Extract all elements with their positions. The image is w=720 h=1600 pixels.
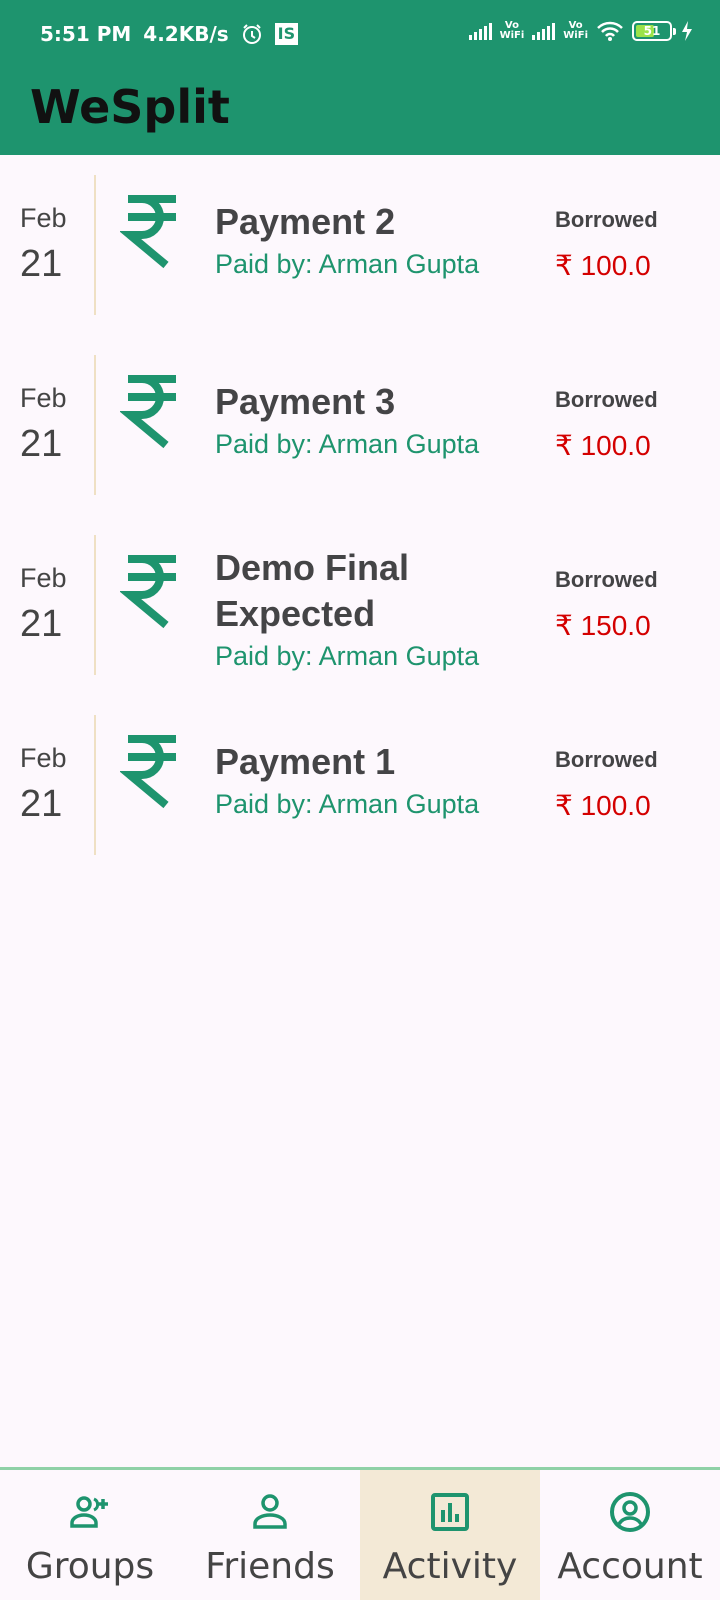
activity-title: Payment 3 xyxy=(215,381,396,422)
activity-status: Borrowed xyxy=(555,747,658,772)
activity-title: Demo Final Expected xyxy=(215,547,410,634)
bar-chart-icon xyxy=(431,1493,469,1531)
activity-status: Borrowed xyxy=(555,207,658,232)
divider xyxy=(94,535,96,675)
status-bar: 5:51 PM 4.2KB/s IS Vo WiFi Vo WiFi 51 xyxy=(0,0,720,70)
activity-row[interactable]: Feb 21 Demo Final Expected Paid by: Arma… xyxy=(0,515,720,695)
activity-status: Borrowed xyxy=(555,387,658,412)
network-speed: 4.2KB/s xyxy=(143,22,229,46)
nav-label: Groups xyxy=(25,1546,155,1587)
date-day: 21 xyxy=(20,243,63,285)
rupee-icon xyxy=(120,735,176,809)
vowifi-icon: Vo WiFi xyxy=(563,20,588,41)
nav-friends[interactable]: Friends xyxy=(180,1470,360,1600)
activity-status: Borrowed xyxy=(555,567,658,592)
nav-activity[interactable]: Activity xyxy=(360,1470,540,1600)
app-bar: 5:51 PM 4.2KB/s IS Vo WiFi Vo WiFi 51 WeSp… xyxy=(0,0,720,155)
person-icon xyxy=(253,1494,287,1529)
wifi-icon xyxy=(597,21,623,41)
group-add-icon xyxy=(70,1496,108,1528)
divider xyxy=(94,355,96,495)
activity-amount: ₹ 100.0 xyxy=(555,790,651,821)
date-month: Feb xyxy=(20,203,67,233)
activity-amount: ₹ 100.0 xyxy=(555,430,651,461)
alarm-icon xyxy=(242,24,261,44)
nav-label: Account xyxy=(557,1546,703,1587)
activity-row[interactable]: Feb 21 Payment 3 Paid by: Arman Gupta Bo… xyxy=(0,335,720,515)
signal-icon xyxy=(532,22,556,40)
activity-amount: ₹ 100.0 xyxy=(555,250,651,281)
activity-title: Payment 2 xyxy=(215,201,396,242)
nav-label: Friends xyxy=(205,1546,335,1587)
nav-account[interactable]: Account xyxy=(540,1470,720,1600)
paid-by: Paid by: Arman Gupta xyxy=(215,641,480,671)
bottom-navigation: Groups Friends Activity Account xyxy=(0,1467,720,1600)
activity-row[interactable]: Feb 21 Payment 2 Paid by: Arman Gupta Bo… xyxy=(0,155,720,335)
activity-amount: ₹ 150.0 xyxy=(555,610,651,641)
nav-groups[interactable]: Groups xyxy=(0,1470,180,1600)
rupee-icon xyxy=(120,195,176,269)
date-day: 21 xyxy=(20,603,63,645)
rupee-icon xyxy=(120,375,176,449)
vowifi-icon: Vo WiFi xyxy=(499,20,525,41)
activity-row[interactable]: Feb 21 Payment 1 Paid by: Arman Gupta Bo… xyxy=(0,695,720,875)
date-month: Feb xyxy=(20,563,67,593)
app-title: WeSplit xyxy=(30,80,230,134)
battery-icon: 51 xyxy=(632,21,676,41)
account-circle-icon xyxy=(610,1492,650,1532)
date-month: Feb xyxy=(20,743,67,773)
nav-label: Activity xyxy=(382,1546,518,1587)
activity-title: Payment 1 xyxy=(215,741,396,782)
paid-by: Paid by: Arman Gupta xyxy=(215,429,480,459)
date-day: 21 xyxy=(20,783,63,825)
divider xyxy=(94,715,96,855)
rupee-icon xyxy=(120,555,176,629)
paid-by: Paid by: Arman Gupta xyxy=(215,249,480,279)
status-time: 5:51 PM xyxy=(40,22,132,46)
date-day: 21 xyxy=(20,423,63,465)
paid-by: Paid by: Arman Gupta xyxy=(215,789,480,819)
notification-badge: IS xyxy=(274,23,299,45)
activity-list: Feb 21 Payment 2 Paid by: Arman Gupta Bo… xyxy=(0,155,720,875)
signal-icon xyxy=(468,22,492,40)
charging-icon xyxy=(682,21,692,41)
date-month: Feb xyxy=(20,383,67,413)
divider xyxy=(94,175,96,315)
